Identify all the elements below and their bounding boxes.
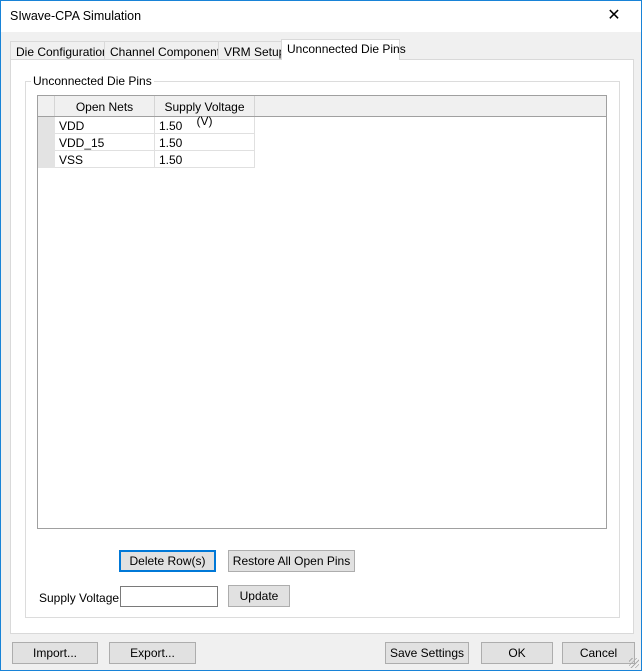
cancel-button[interactable]: Cancel	[562, 642, 635, 664]
update-button[interactable]: Update	[228, 585, 290, 607]
delete-rows-button[interactable]: Delete Row(s)	[119, 550, 216, 572]
column-header-open-nets[interactable]: Open Nets	[55, 96, 155, 116]
cell-supply-voltage[interactable]: 1.50	[155, 151, 255, 168]
cell-open-net[interactable]: VDD	[55, 117, 155, 134]
group-label: Unconnected Die Pins	[31, 74, 154, 88]
row-header[interactable]	[38, 134, 55, 151]
row-header[interactable]	[38, 151, 55, 168]
close-icon[interactable]: ✕	[601, 5, 627, 27]
tab-unconnected-die-pins[interactable]: Unconnected Die Pins	[281, 39, 406, 60]
supply-voltage-input[interactable]	[120, 586, 218, 607]
table-header: Open Nets Supply Voltage (V)	[38, 96, 606, 128]
corner-header	[38, 96, 55, 116]
tab-vrm-setup[interactable]: VRM Setup	[218, 41, 285, 60]
resize-grip[interactable]	[629, 658, 639, 668]
cell-open-net[interactable]: VSS	[55, 151, 155, 168]
tab-channel-components[interactable]: Channel Components	[104, 41, 226, 60]
tab-die-configuration[interactable]: Die Configuration	[10, 41, 109, 60]
import-button[interactable]: Import...	[12, 642, 98, 664]
restore-all-open-pins-button[interactable]: Restore All Open Pins	[228, 550, 355, 572]
cell-supply-voltage[interactable]: 1.50	[155, 134, 255, 151]
title-bar: SIwave-CPA Simulation ✕	[1, 1, 641, 32]
cell-open-net[interactable]: VDD_15	[55, 134, 155, 151]
column-header-supply-voltage[interactable]: Supply Voltage (V)	[155, 96, 255, 128]
export-button[interactable]: Export...	[109, 642, 196, 664]
ok-button[interactable]: OK	[481, 642, 553, 664]
row-header[interactable]	[38, 117, 55, 134]
supply-voltage-label: Supply Voltage:	[39, 591, 123, 605]
open-nets-table[interactable]: Open Nets Supply Voltage (V) VDD 1.50 VD…	[37, 95, 607, 529]
dialog-window: SIwave-CPA Simulation ✕ Die Configuratio…	[0, 0, 642, 671]
window-title: SIwave-CPA Simulation	[10, 9, 142, 23]
cell-supply-voltage[interactable]: 1.50	[155, 117, 255, 134]
save-settings-button[interactable]: Save Settings	[385, 642, 469, 664]
